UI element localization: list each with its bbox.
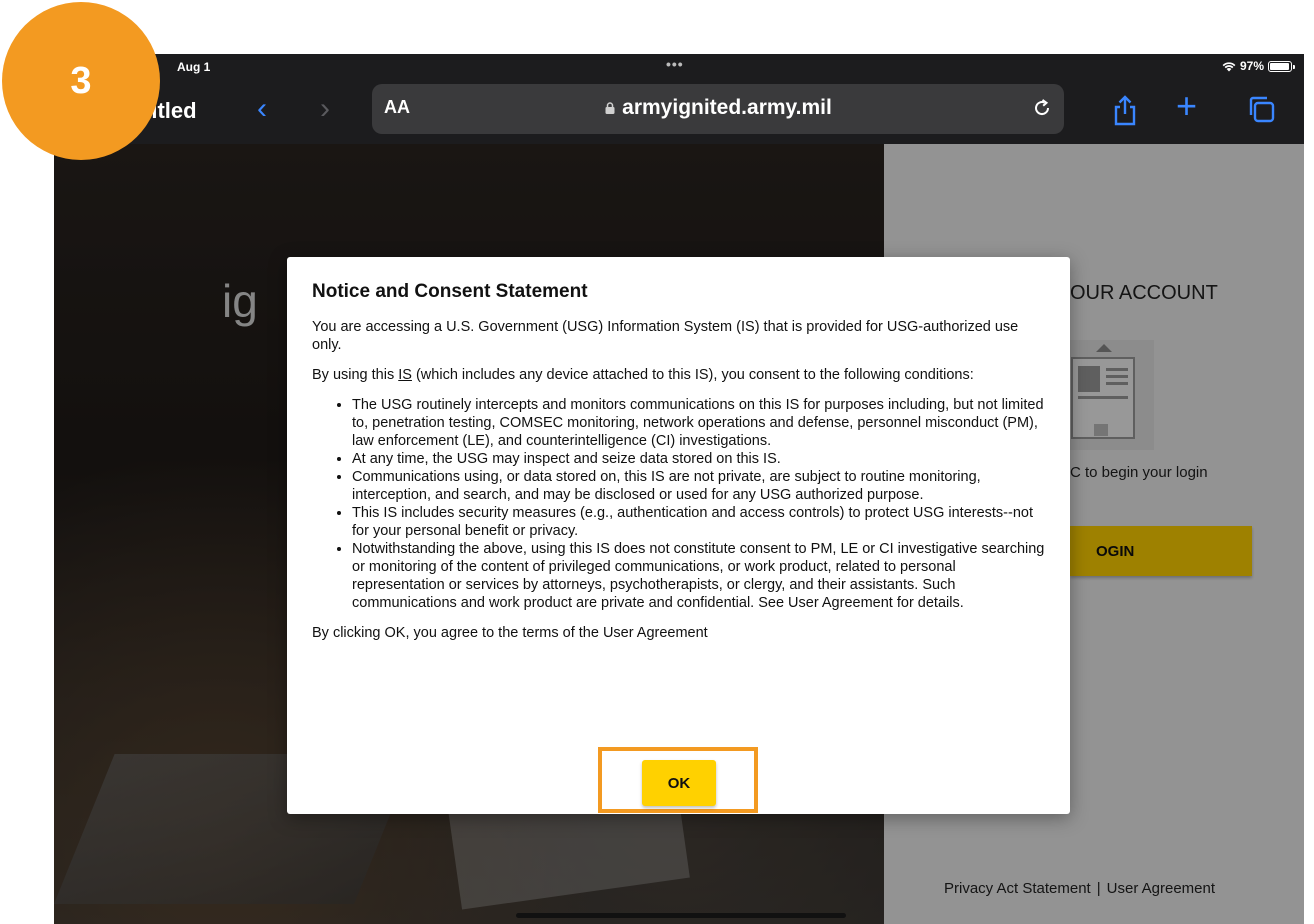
- intro-paragraph: You are accessing a U.S. Government (USG…: [312, 319, 1019, 353]
- ok-button[interactable]: OK: [642, 760, 716, 806]
- tab-overview-icon[interactable]: [1246, 94, 1276, 124]
- dialog-title: Notice and Consent Statement: [312, 281, 588, 302]
- notice-consent-dialog: Notice and Consent Statement You are acc…: [287, 257, 1070, 814]
- reload-icon[interactable]: [1028, 94, 1056, 122]
- wifi-icon: [1222, 61, 1236, 71]
- address-bar[interactable]: AA armyignited.army.mil: [372, 84, 1064, 134]
- condition-item: Notwithstanding the above, using this IS…: [352, 540, 1047, 612]
- condition-item: Communications using, or data stored on,…: [352, 468, 1047, 504]
- new-tab-plus-icon[interactable]: +: [1176, 88, 1197, 124]
- share-icon[interactable]: [1112, 94, 1138, 126]
- status-bar: Aug 1 ••• 97%: [54, 54, 1304, 80]
- is-abbreviation: IS: [398, 367, 412, 383]
- battery-icon: [1268, 60, 1295, 72]
- status-date: Aug 1: [177, 60, 211, 74]
- battery-percent: 97%: [1239, 59, 1264, 73]
- condition-item: At any time, the USG may inspect and sei…: [352, 450, 1047, 468]
- consent-paragraph: By using this IS (which includes any dev…: [312, 367, 974, 383]
- ipad-screen: Aug 1 ••• 97% titled ‹ › AA armyignited.…: [54, 54, 1304, 924]
- forward-chevron-icon[interactable]: ›: [320, 94, 330, 124]
- condition-item: This IS includes security measures (e.g.…: [352, 504, 1047, 540]
- multitasking-dots[interactable]: •••: [666, 56, 684, 72]
- url-text: armyignited.army.mil: [622, 96, 832, 119]
- lock-icon: [605, 102, 615, 114]
- web-content: ig OUR ACCOUNT C to begin your login OGI…: [54, 144, 1304, 924]
- safari-toolbar: titled ‹ › AA armyignited.army.mil +: [54, 80, 1304, 144]
- home-indicator[interactable]: [516, 913, 846, 918]
- step-number-badge: 3: [2, 2, 160, 160]
- url-display[interactable]: armyignited.army.mil: [372, 96, 1064, 120]
- agreement-paragraph: By clicking OK, you agree to the terms o…: [312, 625, 708, 641]
- dialog-body: You are accessing a U.S. Government (USG…: [312, 318, 1047, 654]
- conditions-list: The USG routinely intercepts and monitor…: [312, 396, 1047, 612]
- back-chevron-icon[interactable]: ‹: [257, 94, 267, 124]
- status-indicators: 97%: [1222, 59, 1295, 73]
- condition-item: The USG routinely intercepts and monitor…: [352, 396, 1047, 450]
